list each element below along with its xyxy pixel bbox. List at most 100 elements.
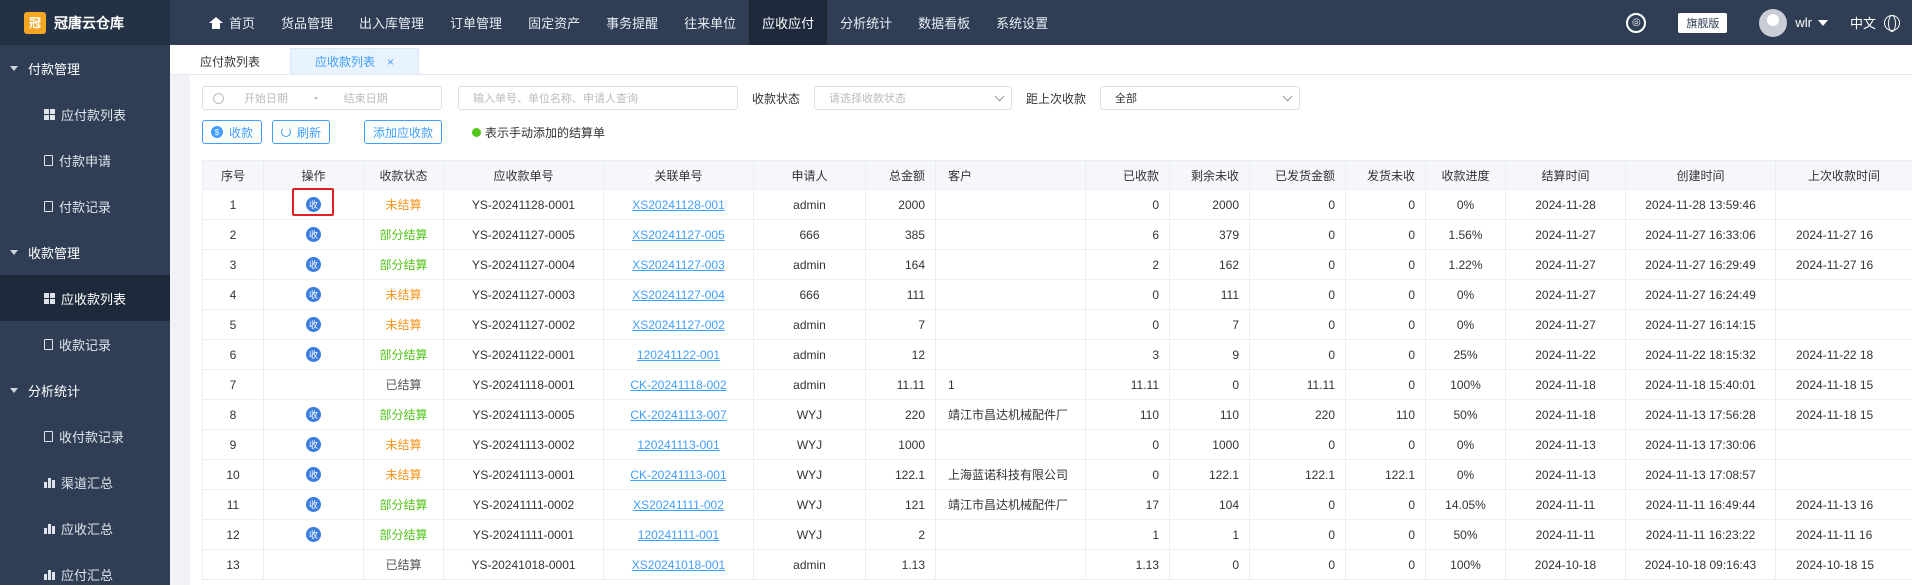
language-switch[interactable]: 中文 xyxy=(1850,13,1876,32)
cell-status: 未结算 xyxy=(363,459,444,490)
cell-op[interactable]: 收 xyxy=(263,459,364,490)
cell-ref[interactable]: XS20241127-005 xyxy=(603,219,754,250)
nav-item[interactable]: 应收应付 xyxy=(749,0,828,45)
column-header[interactable]: 已收款 xyxy=(1085,160,1170,190)
collect-icon[interactable]: 收 xyxy=(306,317,321,332)
collect-icon[interactable]: 收 xyxy=(306,467,321,482)
tab[interactable]: 应收款列表 × xyxy=(290,48,420,74)
cell-op[interactable] xyxy=(263,549,364,580)
cell-ref[interactable]: CK-20241113-001 xyxy=(603,459,754,490)
refresh-button[interactable]: 刷新 xyxy=(272,120,331,144)
collect-icon[interactable]: 收 xyxy=(306,347,321,362)
globe-icon[interactable] xyxy=(1884,14,1900,32)
cell-ref[interactable]: XS20241127-004 xyxy=(603,279,754,310)
status-select[interactable]: 请选择收款状态 xyxy=(814,86,1013,110)
cell-op[interactable]: 收 xyxy=(263,399,364,430)
sidebar-item[interactable]: 付款记录 xyxy=(0,183,170,229)
sidebar-group[interactable]: 分析统计 xyxy=(0,367,170,413)
sidebar-item[interactable]: 应收款列表 xyxy=(0,275,170,321)
cell-ref[interactable]: XS20241018-001 xyxy=(603,549,754,580)
sidebar-item[interactable]: 应收汇总 xyxy=(0,505,170,551)
cell-op[interactable]: 收 xyxy=(263,309,364,340)
collect-icon[interactable]: 收 xyxy=(306,287,321,302)
nav-item[interactable]: 出入库管理 xyxy=(346,0,437,45)
collect-icon[interactable]: 收 xyxy=(306,227,321,242)
cell-shipped: 0 xyxy=(1249,219,1346,250)
cell-status: 部分结算 xyxy=(363,339,444,370)
collect-icon[interactable]: 收 xyxy=(306,497,321,512)
end-date-placeholder[interactable]: 结束日期 xyxy=(344,90,388,106)
collect-icon[interactable]: 收 xyxy=(306,407,321,422)
collect-icon[interactable]: 收 xyxy=(306,527,321,542)
cell-ref[interactable]: 120241122-001 xyxy=(603,339,754,370)
column-header[interactable]: 总金额 xyxy=(865,160,936,190)
nav-item[interactable]: 首页 xyxy=(196,0,268,45)
cell-op[interactable]: 收 xyxy=(263,489,364,520)
cell-ref[interactable]: 120241113-001 xyxy=(603,429,754,460)
column-header[interactable]: 序号 xyxy=(202,160,264,190)
nav-item[interactable]: 数据看板 xyxy=(905,0,983,45)
sidebar-item[interactable]: 收款记录 xyxy=(0,321,170,367)
sidebar-group[interactable]: 付款管理 xyxy=(0,45,170,91)
nav-item[interactable]: 订单管理 xyxy=(437,0,515,45)
tab[interactable]: 应付款列表 xyxy=(176,48,284,74)
column-header[interactable]: 上次收款时间 xyxy=(1775,160,1912,190)
start-date-placeholder[interactable]: 开始日期 xyxy=(244,90,288,106)
cell-ref[interactable]: XS20241127-002 xyxy=(603,309,754,340)
column-header[interactable]: 已发货金额 xyxy=(1249,160,1346,190)
nav-item[interactable]: 往来单位 xyxy=(671,0,749,45)
cell-ref[interactable]: XS20241127-003 xyxy=(603,249,754,280)
cell-ref[interactable]: XS20241128-001 xyxy=(603,189,754,220)
cell-ref[interactable]: CK-20241113-007 xyxy=(603,399,754,430)
column-header[interactable]: 应收款单号 xyxy=(443,160,604,190)
cell-ref[interactable]: CK-20241118-002 xyxy=(603,369,754,400)
cell-op[interactable]: 收 xyxy=(263,339,364,370)
cell-op[interactable]: 收 xyxy=(263,429,364,460)
add-receivable-button[interactable]: 添加应收款 xyxy=(364,120,443,144)
collect-icon[interactable]: 收 xyxy=(306,437,321,452)
cell-ref[interactable]: 120241111-001 xyxy=(603,519,754,550)
column-header[interactable]: 申请人 xyxy=(753,160,866,190)
github-icon[interactable]: ◎ xyxy=(1626,12,1647,33)
cell-created: 2024-11-18 15:40:01 xyxy=(1625,369,1776,400)
brand[interactable]: 冠 冠唐云仓库 xyxy=(0,0,170,45)
nav-item[interactable]: 固定资产 xyxy=(515,0,593,45)
collect-button[interactable]: $ 收款 xyxy=(202,120,263,144)
cell-op[interactable]: 收 xyxy=(263,519,364,550)
cell-op[interactable]: 收 xyxy=(263,279,364,310)
cell-ref[interactable]: XS20241111-002 xyxy=(603,489,754,520)
caret-down-icon[interactable] xyxy=(1817,19,1828,26)
column-header[interactable]: 操作 xyxy=(263,160,364,190)
sidebar-item[interactable]: 渠道汇总 xyxy=(0,459,170,505)
date-range-picker[interactable]: 开始日期 - 结束日期 xyxy=(202,86,442,110)
cell-op[interactable] xyxy=(263,369,364,400)
close-icon[interactable]: × xyxy=(387,55,394,69)
since-last-select[interactable]: 全部 xyxy=(1100,86,1301,110)
column-header[interactable]: 发货未收 xyxy=(1345,160,1426,190)
cell-status: 部分结算 xyxy=(363,489,444,520)
nav-item[interactable]: 货品管理 xyxy=(268,0,346,45)
sidebar-item[interactable]: 付款申请 xyxy=(0,137,170,183)
cell-op[interactable]: 收 xyxy=(263,249,364,280)
cell-op[interactable]: 收 xyxy=(263,219,364,250)
sidebar-item[interactable]: 应付款列表 xyxy=(0,91,170,137)
avatar[interactable] xyxy=(1759,8,1788,37)
edition-badge[interactable]: 旗舰版 xyxy=(1678,12,1728,33)
column-header[interactable]: 收款状态 xyxy=(363,160,444,190)
user-name[interactable]: wlr xyxy=(1795,15,1812,30)
collect-icon[interactable]: 收 xyxy=(306,257,321,272)
sidebar-item[interactable]: 收付款记录 xyxy=(0,413,170,459)
nav-item[interactable]: 事务提醒 xyxy=(593,0,671,45)
column-header[interactable]: 客户 xyxy=(935,160,1086,190)
nav-item[interactable]: 分析统计 xyxy=(827,0,905,45)
column-header[interactable]: 结算时间 xyxy=(1505,160,1626,190)
cell-status: 部分结算 xyxy=(363,399,444,430)
search-input[interactable]: 输入单号、单位名称、申请人查询 xyxy=(458,86,738,110)
column-header[interactable]: 关联单号 xyxy=(603,160,754,190)
nav-item[interactable]: 系统设置 xyxy=(983,0,1061,45)
column-header[interactable]: 剩余未收 xyxy=(1169,160,1250,190)
sidebar-item[interactable]: 应付汇总 xyxy=(0,551,170,585)
column-header[interactable]: 创建时间 xyxy=(1625,160,1776,190)
column-header[interactable]: 收款进度 xyxy=(1425,160,1506,190)
sidebar-group[interactable]: 收款管理 xyxy=(0,229,170,275)
